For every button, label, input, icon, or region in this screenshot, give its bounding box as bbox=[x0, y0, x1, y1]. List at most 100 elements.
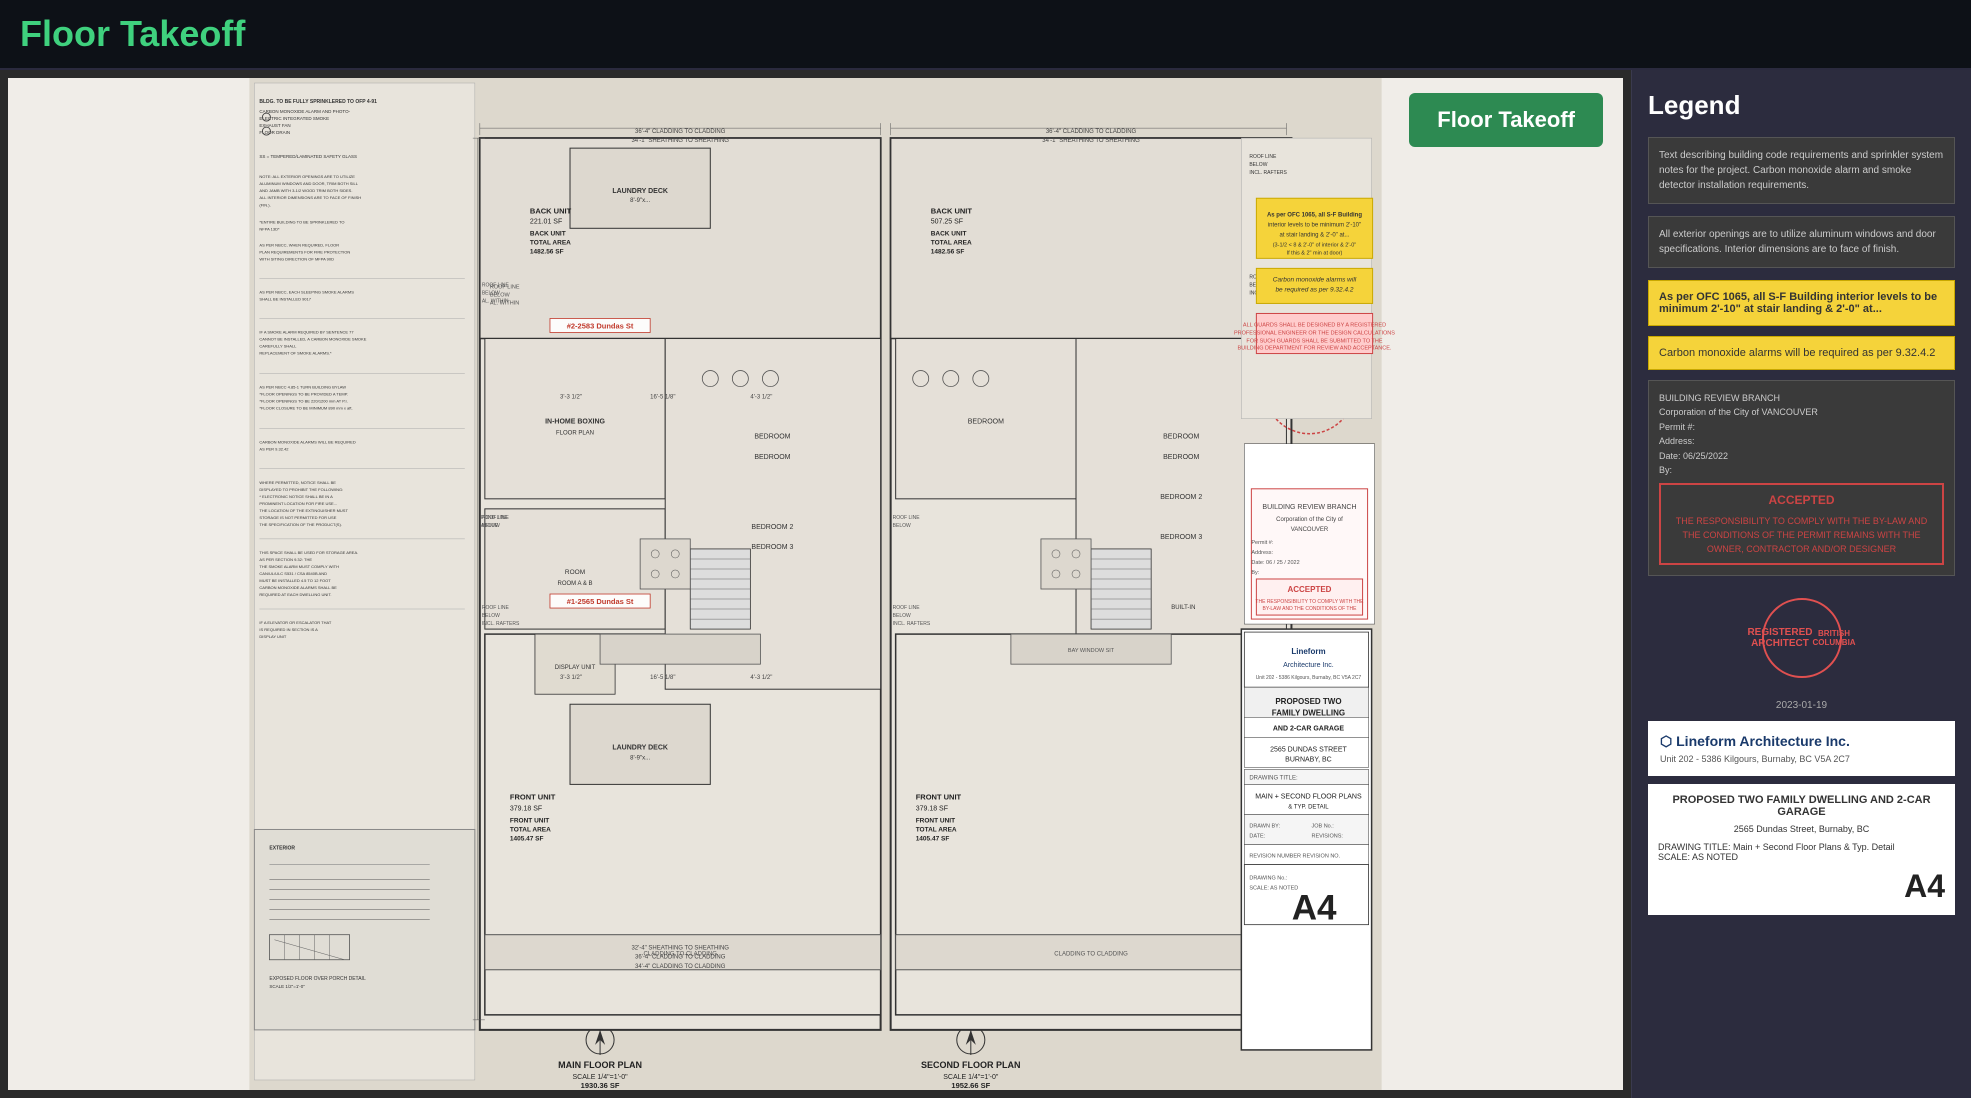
svg-text:Carbon monoxide alarms will: Carbon monoxide alarms will bbox=[1273, 276, 1357, 283]
svg-text:BEDROOM: BEDROOM bbox=[1163, 434, 1199, 441]
svg-text:DISPLAY UNIT: DISPLAY UNIT bbox=[555, 665, 596, 671]
svg-text:MAIN FLOOR PLAN: MAIN FLOOR PLAN bbox=[558, 1060, 642, 1070]
svg-text:EXHAUST FAN: EXHAUST FAN bbox=[259, 123, 290, 128]
svg-text:LAUNDRY DECK: LAUNDRY DECK bbox=[612, 188, 668, 195]
svg-text:ACCEPTED: ACCEPTED bbox=[1287, 585, 1331, 594]
main-content: BLDG. TO BE FULLY SPRINKLERED TO OFP 4-9… bbox=[0, 70, 1971, 1098]
svg-text:*FLOOR CLOSURE TO BE MINIMUM 8: *FLOOR CLOSURE TO BE MINIMUM 890 mm x af… bbox=[259, 406, 352, 411]
svg-text:2565 DUNDAS STREET: 2565 DUNDAS STREET bbox=[1270, 746, 1347, 753]
legend-sheet-number: A4 bbox=[1658, 868, 1945, 905]
svg-text:NFPA 13D*: NFPA 13D* bbox=[259, 226, 280, 231]
svg-text:1930.36 SF: 1930.36 SF bbox=[581, 1081, 620, 1090]
svg-text:ALL INTERIOR DIMENSIONS ARE TO: ALL INTERIOR DIMENSIONS ARE TO FACE OF F… bbox=[259, 195, 361, 200]
legend-yellow-2: Carbon monoxide alarms will be required … bbox=[1648, 336, 1955, 370]
lineform-address: Unit 202 - 5386 Kilgours, Burnaby, BC V5… bbox=[1660, 754, 1943, 764]
legend-lineform: ⬡ Lineform Architecture Inc. Unit 202 - … bbox=[1648, 721, 1955, 776]
svg-text:CAREFULLY SHALL: CAREFULLY SHALL bbox=[259, 344, 297, 349]
svg-text:507.25 SF: 507.25 SF bbox=[931, 218, 963, 225]
svg-text:ALL GUARDS SHALL BE DESIGNED B: ALL GUARDS SHALL BE DESIGNED BY A REGIST… bbox=[1243, 322, 1386, 328]
svg-text:BUILT-IN: BUILT-IN bbox=[1171, 605, 1195, 611]
svg-text:34'-1" SHEATHING TO SHEATHING: 34'-1" SHEATHING TO SHEATHING bbox=[631, 138, 729, 144]
svg-text:DRAWING No.:: DRAWING No.: bbox=[1249, 876, 1287, 882]
svg-text:FLOOR PLAN: FLOOR PLAN bbox=[556, 431, 594, 437]
svg-text:SCALE 1/2"=1'-0": SCALE 1/2"=1'-0" bbox=[269, 984, 305, 989]
svg-text:#2-2583 Dundas St: #2-2583 Dundas St bbox=[567, 321, 634, 330]
svg-text:4'-3 1/2": 4'-3 1/2" bbox=[750, 395, 772, 401]
svg-text:LAUNDRY DECK: LAUNDRY DECK bbox=[612, 744, 668, 751]
svg-text:THE SPECIFICATION OF THE PRODU: THE SPECIFICATION OF THE PRODUCT(S). bbox=[259, 522, 342, 527]
svg-text:THE SMOKE ALARM MUST COMPLY WI: THE SMOKE ALARM MUST COMPLY WITH bbox=[259, 564, 339, 569]
svg-text:Unit 202 - 5386 Kilgours, Burn: Unit 202 - 5386 Kilgours, Burnaby, BC V5… bbox=[1256, 675, 1362, 681]
legend-stamp-permit: Permit #: bbox=[1659, 420, 1944, 434]
svg-text:IN-HOME BOXING: IN-HOME BOXING bbox=[545, 419, 605, 426]
svg-text:BELOW: BELOW bbox=[482, 290, 500, 296]
svg-text:A4: A4 bbox=[1292, 889, 1337, 928]
svg-text:DRAWING TITLE:: DRAWING TITLE: bbox=[1249, 775, 1298, 781]
svg-text:INCL. RAFTERS: INCL. RAFTERS bbox=[1249, 170, 1287, 176]
svg-text:PLAN REQUIREMENTS FOR FIRE PRO: PLAN REQUIREMENTS FOR FIRE PROTECTION bbox=[259, 249, 350, 254]
svg-text:be required as per 9.32.4.2: be required as per 9.32.4.2 bbox=[1275, 286, 1353, 293]
svg-text:TOTAL AREA: TOTAL AREA bbox=[916, 826, 957, 833]
svg-text:BEDROOM: BEDROOM bbox=[754, 454, 790, 461]
svg-text:Architecture Inc.: Architecture Inc. bbox=[1283, 662, 1334, 669]
svg-text:8'-9"x...: 8'-9"x... bbox=[630, 198, 650, 204]
svg-text:BEDROOM: BEDROOM bbox=[1163, 454, 1199, 461]
svg-text:FRONT UNIT: FRONT UNIT bbox=[510, 792, 556, 801]
svg-text:SECOND FLOOR PLAN: SECOND FLOOR PLAN bbox=[921, 1060, 1021, 1070]
svg-text:1405.47 SF: 1405.47 SF bbox=[916, 836, 950, 843]
svg-text:36'-4" CLADDING TO CLADDING: 36'-4" CLADDING TO CLADDING bbox=[1046, 129, 1137, 135]
svg-text:1482.56 SF: 1482.56 SF bbox=[530, 248, 564, 255]
svg-text:at stair landing & 2'-0" at...: at stair landing & 2'-0" at... bbox=[1279, 232, 1349, 238]
svg-text:BACK UNIT: BACK UNIT bbox=[931, 230, 967, 237]
svg-text:& TYP. DETAIL: & TYP. DETAIL bbox=[1288, 804, 1329, 810]
svg-text:TOTAL AREA: TOTAL AREA bbox=[931, 239, 972, 246]
svg-text:DISPLAYED TO PROHIBIT THE FOLL: DISPLAYED TO PROHIBIT THE FOLLOWING: bbox=[259, 487, 343, 492]
app-title: Floor Takeoff bbox=[20, 13, 245, 55]
legend-stamp-date: 2023-01-19 bbox=[1648, 700, 1955, 711]
legend-accepted-box: ACCEPTED THE RESPONSIBILITY TO COMPLY WI… bbox=[1659, 483, 1944, 564]
svg-text:PROPOSED TWO: PROPOSED TWO bbox=[1275, 697, 1341, 706]
legend-registered-stamp: REGISTEREDARCHITECTBRITISH COLUMBIA bbox=[1762, 598, 1842, 678]
legend-drawing-info: PROPOSED TWO FAMILY DWELLING AND 2-CAR G… bbox=[1648, 784, 1955, 915]
svg-text:AL. WITHIN: AL. WITHIN bbox=[482, 298, 509, 304]
svg-text:ROOF LINE: ROOF LINE bbox=[893, 605, 921, 611]
svg-text:WHERE PERMITTED, NOTICE SHALL: WHERE PERMITTED, NOTICE SHALL BE bbox=[259, 480, 336, 485]
svg-text:379.18 SF: 379.18 SF bbox=[510, 805, 542, 812]
svg-text:IS REQUIRED IN SECTION IS A: IS REQUIRED IN SECTION IS A bbox=[259, 627, 318, 632]
svg-text:WITH SITING DIRECTION OF MFPA: WITH SITING DIRECTION OF MFPA 90D bbox=[259, 256, 334, 261]
svg-text:DRAWN BY:: DRAWN BY: bbox=[1249, 823, 1280, 829]
svg-text:ROOM: ROOM bbox=[565, 569, 585, 576]
legend-note-2: All exterior openings are to utilize alu… bbox=[1648, 216, 1955, 268]
svg-text:379.18 SF: 379.18 SF bbox=[916, 805, 948, 812]
svg-text:BY-LAW AND THE CONDITIONS OF T: BY-LAW AND THE CONDITIONS OF THE bbox=[1263, 606, 1358, 612]
svg-text:(3-1/2 < 8 & 2'-0" of interior: (3-1/2 < 8 & 2'-0" of interior & 2'-0" bbox=[1273, 242, 1357, 248]
legend-note-1: Text describing building code requiremen… bbox=[1648, 137, 1955, 204]
svg-text:EXTERIOR: EXTERIOR bbox=[269, 846, 295, 852]
svg-text:AS PER NBCC, EACH SLEEPING SMO: AS PER NBCC, EACH SLEEPING SMOKE ALARMS bbox=[259, 289, 354, 294]
svg-text:ROOF LINE: ROOF LINE bbox=[1249, 154, 1277, 160]
svg-text:PROFESSIONAL ENGINEER OR THE D: PROFESSIONAL ENGINEER OR THE DESIGN CALC… bbox=[1234, 331, 1395, 337]
svg-text:THE RESPONSIBILITY TO COMPLY W: THE RESPONSIBILITY TO COMPLY WITH THE bbox=[1255, 599, 1364, 605]
svg-text:THIS SPACE SHALL BE USED FOR S: THIS SPACE SHALL BE USED FOR STORAGE ARE… bbox=[259, 550, 358, 555]
svg-text:Date: 06 / 25 / 2022: Date: 06 / 25 / 2022 bbox=[1251, 560, 1299, 566]
svg-text:(FIN.).: (FIN.). bbox=[259, 202, 270, 207]
blueprint-area: BLDG. TO BE FULLY SPRINKLERED TO OFP 4-9… bbox=[0, 70, 1631, 1098]
svg-text:ALUMINUM WINDOWS AND DOOR, TRI: ALUMINUM WINDOWS AND DOOR, TRIM BOTH SIL… bbox=[259, 181, 358, 186]
svg-text:3'-3 1/2": 3'-3 1/2" bbox=[560, 675, 582, 681]
legend-accepted-text: ACCEPTED bbox=[1667, 491, 1936, 510]
svg-text:16'-5 1/8": 16'-5 1/8" bbox=[650, 395, 675, 401]
svg-text:SCALE 1/4"=1'-0": SCALE 1/4"=1'-0" bbox=[943, 1074, 999, 1081]
svg-text:REQUIRED AT EACH DWELLING UNIT: REQUIRED AT EACH DWELLING UNIT. bbox=[259, 592, 331, 597]
svg-text:BEDROOM 3: BEDROOM 3 bbox=[1160, 534, 1202, 541]
svg-text:Permit #:: Permit #: bbox=[1251, 540, 1273, 546]
svg-text:CANNOT BE INSTALLED, A CARBON: CANNOT BE INSTALLED, A CARBON MONOXIDE S… bbox=[259, 337, 366, 342]
svg-text:SHALL BE INSTALLED 9017: SHALL BE INSTALLED 9017 bbox=[259, 296, 311, 301]
svg-text:If this & 2" min at door): If this & 2" min at door) bbox=[1287, 250, 1343, 256]
svg-text:AND JAMB WITH 3-1/2 WOOD TRIM: AND JAMB WITH 3-1/2 WOOD TRIM BOTH SIDES… bbox=[259, 188, 352, 193]
svg-text:AS PER NBCC 4.85-1 TURN BUILDI: AS PER NBCC 4.85-1 TURN BUILDING BYLAW bbox=[259, 385, 346, 390]
svg-text:IF A ELEVATOR OR ESCALATOR THA: IF A ELEVATOR OR ESCALATOR THAT bbox=[259, 620, 332, 625]
svg-text:REPLACEMENT OF SMOKE ALARMS.*: REPLACEMENT OF SMOKE ALARMS.* bbox=[259, 351, 332, 356]
svg-text:BELOW: BELOW bbox=[893, 523, 911, 529]
floor-takeoff-button[interactable]: Floor Takeoff bbox=[1409, 93, 1603, 147]
legend-drawing-type: DRAWING TITLE: Main + Second Floor Plans… bbox=[1658, 842, 1945, 852]
